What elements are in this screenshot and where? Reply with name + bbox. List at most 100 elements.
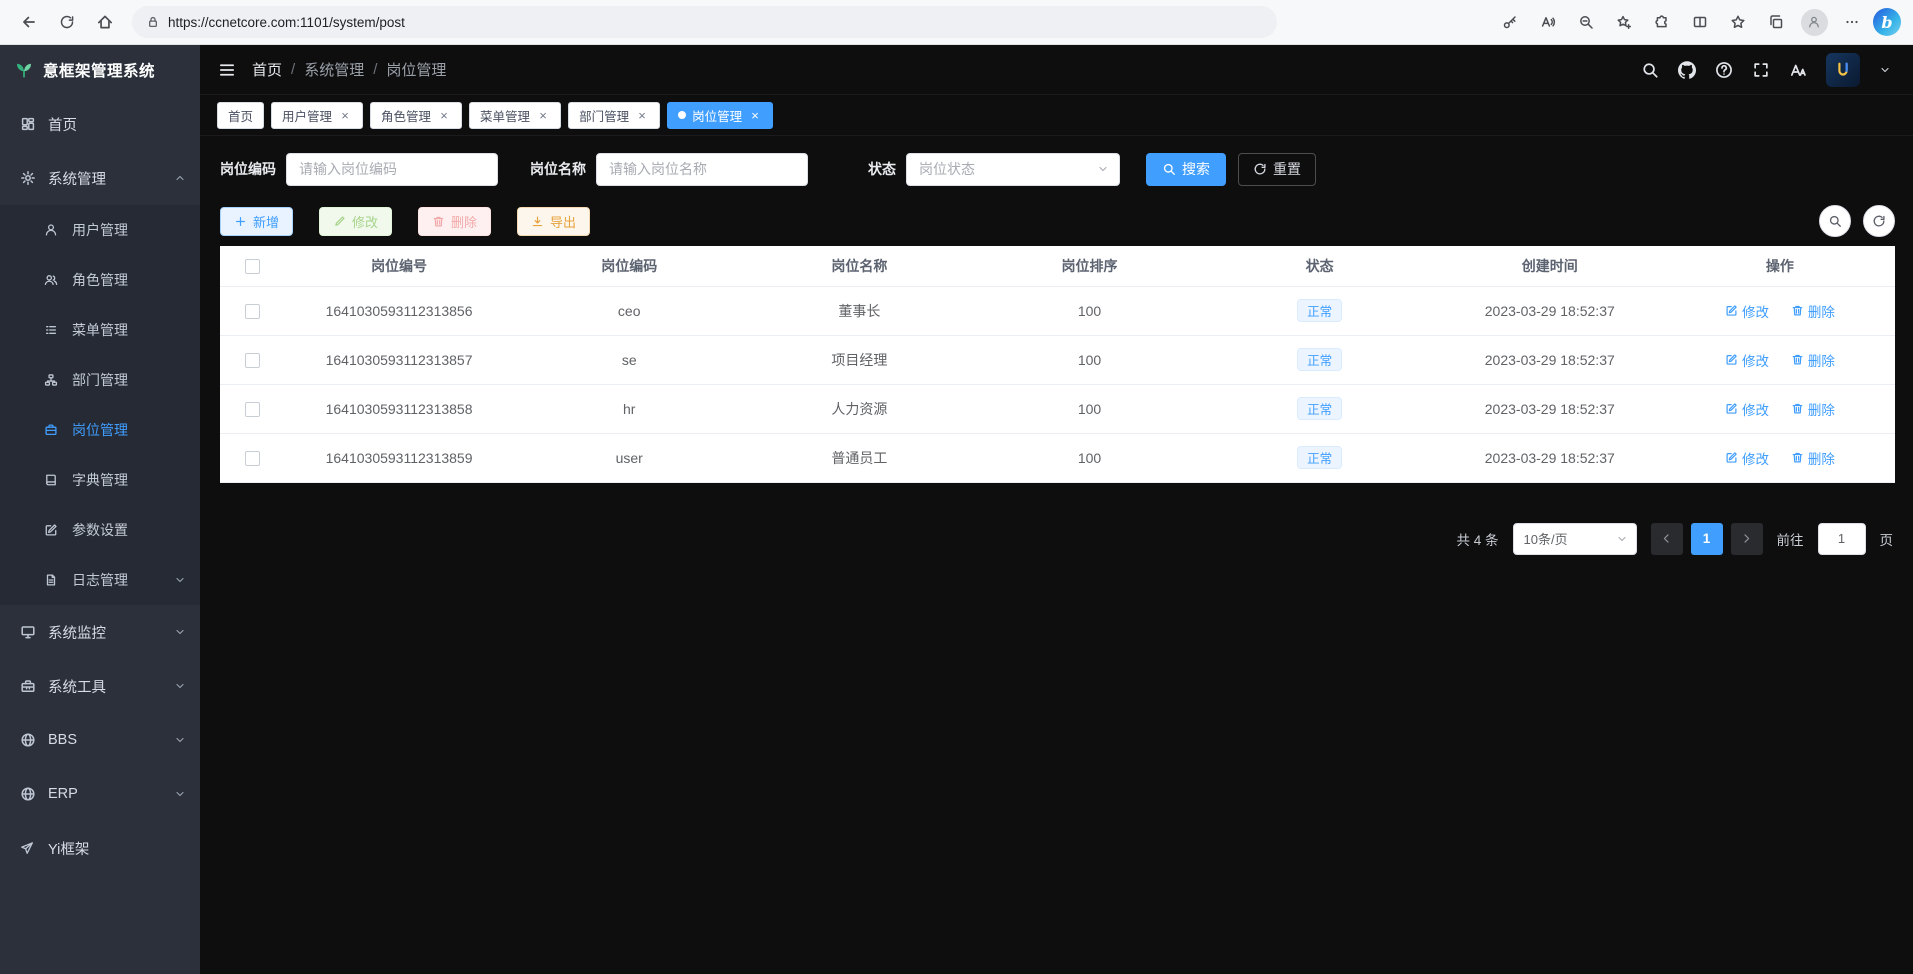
tab-departments[interactable]: 部门管理	[568, 102, 660, 129]
row-checkbox[interactable]	[245, 304, 260, 319]
header-search-button[interactable]	[1641, 61, 1659, 79]
copilot-button[interactable]: b	[1873, 8, 1901, 36]
breadcrumb-home[interactable]: 首页	[252, 59, 282, 80]
post-name-input[interactable]	[596, 153, 808, 186]
tab-label: 菜单管理	[480, 106, 530, 125]
screen: https://ccnetcore.com:1101/system/post b…	[0, 0, 1913, 974]
row-delete-link[interactable]: 删除	[1791, 301, 1835, 321]
page-1-button[interactable]: 1	[1691, 523, 1723, 555]
tab-users[interactable]: 用户管理	[271, 102, 363, 129]
help-button[interactable]	[1715, 61, 1733, 79]
row-delete-link[interactable]: 删除	[1791, 350, 1835, 370]
sidebar-item-params[interactable]: 参数设置	[0, 505, 200, 555]
sidebar-item-tools[interactable]: 系统工具	[0, 659, 200, 713]
toolbar-right	[1819, 205, 1895, 237]
delete-button[interactable]: 删除	[418, 207, 491, 236]
breadcrumb-section[interactable]: 系统管理	[304, 59, 364, 80]
col-created: 创建时间	[1435, 246, 1665, 286]
tab-close-icon[interactable]	[536, 108, 550, 123]
sidebar-item-bbs[interactable]: BBS	[0, 713, 200, 767]
sidebar-item-monitor[interactable]: 系统监控	[0, 605, 200, 659]
sidebar-item-yi[interactable]: Yi框架	[0, 821, 200, 875]
row-edit-link[interactable]: 修改	[1725, 350, 1769, 370]
next-page-button[interactable]	[1731, 523, 1763, 555]
browser-profile-button[interactable]	[1797, 5, 1831, 39]
github-button[interactable]	[1678, 61, 1696, 79]
sidebar-item-dict[interactable]: 字典管理	[0, 455, 200, 505]
export-button[interactable]: 导出	[517, 207, 590, 236]
tab-home[interactable]: 首页	[217, 102, 264, 129]
status-badge: 正常	[1297, 299, 1342, 322]
refresh-icon	[59, 14, 75, 30]
page-size-select[interactable]: 10条/页	[1513, 523, 1637, 555]
edit-button[interactable]: 修改	[319, 207, 392, 236]
row-delete-link[interactable]: 删除	[1791, 448, 1835, 468]
sidebar-toggle[interactable]	[218, 61, 236, 79]
sidebar-item-logs[interactable]: 日志管理	[0, 555, 200, 605]
read-aloud-button[interactable]	[1531, 5, 1565, 39]
row-checkbox[interactable]	[245, 402, 260, 417]
paper-plane-icon	[20, 841, 36, 855]
user-avatar[interactable]	[1826, 53, 1860, 87]
tab-roles[interactable]: 角色管理	[370, 102, 462, 129]
browser-back-button[interactable]	[12, 5, 46, 39]
browser-refresh-button[interactable]	[50, 5, 84, 39]
tab-label: 部门管理	[579, 106, 629, 125]
url-text: https://ccnetcore.com:1101/system/post	[168, 15, 405, 30]
reset-button[interactable]: 重置	[1238, 153, 1316, 186]
prev-page-button[interactable]	[1651, 523, 1683, 555]
tab-close-icon[interactable]	[437, 108, 451, 123]
split-screen-button[interactable]	[1683, 5, 1717, 39]
tab-menus[interactable]: 菜单管理	[469, 102, 561, 129]
tab-posts[interactable]: 岗位管理	[667, 102, 773, 129]
status-label: 状态	[868, 159, 896, 179]
fullscreen-button[interactable]	[1752, 61, 1770, 79]
font-size-button[interactable]	[1789, 61, 1807, 79]
sidebar-item-erp[interactable]: ERP	[0, 767, 200, 821]
sidebar-item-system[interactable]: 系统管理	[0, 151, 200, 205]
row-checkbox[interactable]	[245, 451, 260, 466]
sidebar-item-home[interactable]: 首页	[0, 97, 200, 151]
extensions-button[interactable]	[1645, 5, 1679, 39]
tab-close-icon[interactable]	[748, 108, 762, 123]
row-checkbox[interactable]	[245, 353, 260, 368]
tab-close-icon[interactable]	[635, 108, 649, 123]
pager: 1	[1651, 523, 1763, 555]
search-button[interactable]: 搜索	[1146, 153, 1226, 186]
row-edit-link[interactable]: 修改	[1725, 301, 1769, 321]
collections-button[interactable]	[1759, 5, 1793, 39]
briefcase-icon	[44, 423, 60, 437]
col-post-name: 岗位名称	[744, 246, 974, 286]
refresh-table-button[interactable]	[1863, 205, 1895, 237]
sidebar-item-menus[interactable]: 菜单管理	[0, 305, 200, 355]
row-edit-link[interactable]: 修改	[1725, 448, 1769, 468]
goto-page-input[interactable]	[1818, 523, 1866, 555]
tab-close-icon[interactable]	[338, 108, 352, 123]
browser-menu-button[interactable]	[1835, 5, 1869, 39]
add-button[interactable]: 新增	[220, 207, 293, 236]
add-favorite-button[interactable]	[1607, 5, 1641, 39]
select-all-checkbox[interactable]	[245, 259, 260, 274]
toggle-search-button[interactable]	[1819, 205, 1851, 237]
sidebar-item-label: 日志管理	[72, 570, 128, 590]
row-edit-link[interactable]: 修改	[1725, 399, 1769, 419]
sidebar-item-users[interactable]: 用户管理	[0, 205, 200, 255]
row-delete-link[interactable]: 删除	[1791, 399, 1835, 419]
chevron-down-icon	[174, 788, 186, 800]
address-bar[interactable]: https://ccnetcore.com:1101/system/post	[132, 6, 1277, 38]
refresh-icon	[1253, 162, 1267, 176]
app-logo[interactable]: 意框架管理系统	[0, 45, 200, 95]
status-select[interactable]: 岗位状态	[906, 153, 1120, 186]
password-button[interactable]	[1493, 5, 1527, 39]
browser-home-button[interactable]	[88, 5, 122, 39]
sidebar-item-departments[interactable]: 部门管理	[0, 355, 200, 405]
post-code-label: 岗位编码	[220, 159, 276, 179]
post-code-input[interactable]	[286, 153, 498, 186]
key-icon	[1502, 14, 1518, 30]
avatar-caret-icon[interactable]	[1879, 64, 1891, 76]
sidebar-item-roles[interactable]: 角色管理	[0, 255, 200, 305]
favorites-button[interactable]	[1721, 5, 1755, 39]
site-lock-icon[interactable]	[146, 15, 160, 29]
sidebar-item-posts[interactable]: 岗位管理	[0, 405, 200, 455]
zoom-button[interactable]	[1569, 5, 1603, 39]
